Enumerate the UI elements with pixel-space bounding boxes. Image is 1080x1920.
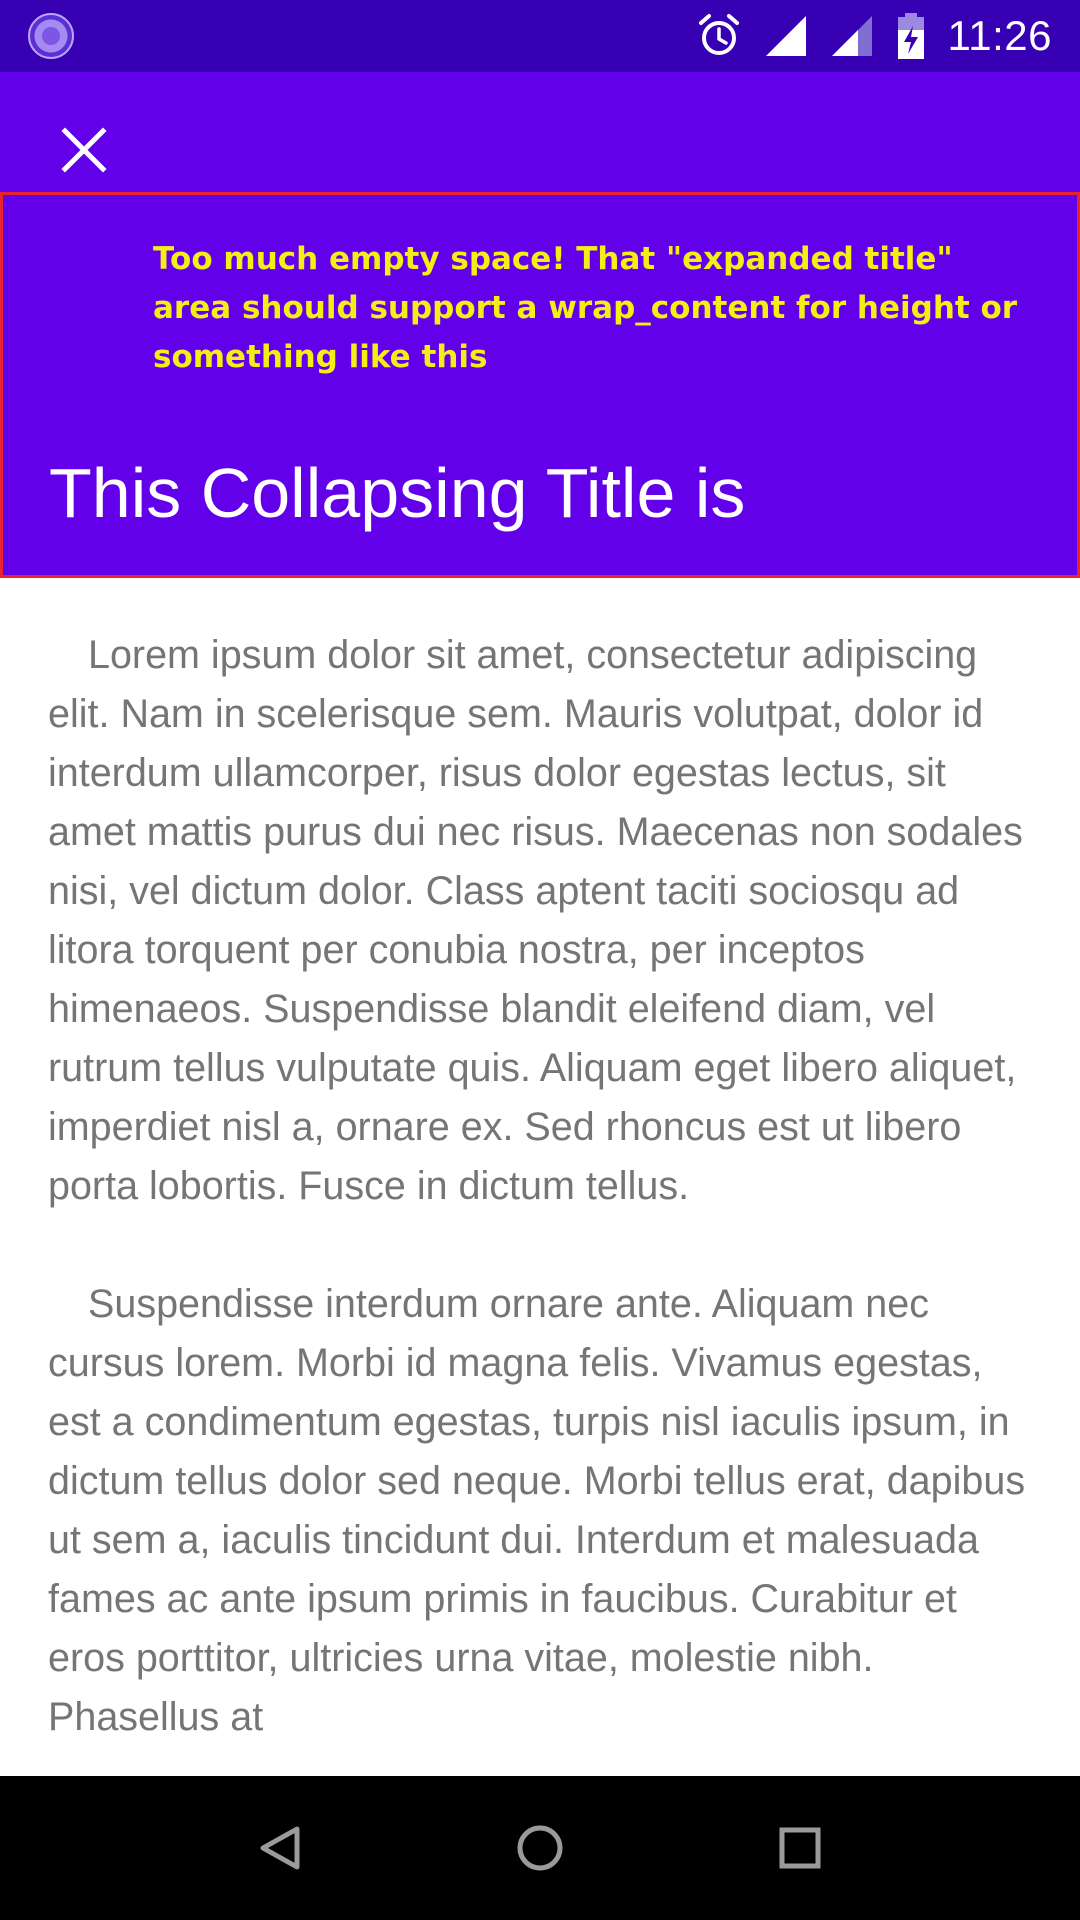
status-time: 11:26 [947,12,1052,59]
back-button[interactable] [225,1793,335,1903]
battery-charging-icon [897,13,924,59]
expanded-title-area: Too much empty space! That "expanded tit… [0,192,1080,578]
status-bar: 11:26 [0,0,1080,72]
paragraph: Suspendisse interdum ornare ante. Aliqua… [48,1282,1026,1739]
collapsing-title: This Collapsing Title is [49,454,746,532]
recents-icon [779,1827,821,1869]
home-icon [517,1825,563,1871]
navigation-bar [0,1776,1080,1920]
loading-spinner-icon [28,13,74,59]
back-icon [260,1826,300,1870]
scroll-content[interactable]: Lorem ipsum dolor sit amet, consectetur … [48,626,1038,1776]
cell-signal-icon [765,16,806,56]
alarm-icon [698,14,739,55]
recents-button[interactable] [745,1793,855,1903]
cell-signal-partial-icon [831,16,872,56]
paragraph: Lorem ipsum dolor sit amet, consectetur … [48,633,1023,1208]
annotation-note: Too much empty space! That "expanded tit… [153,241,1018,375]
close-button[interactable] [44,110,124,190]
app-bar [0,72,1080,192]
close-icon [61,127,107,173]
home-button[interactable] [485,1793,595,1903]
